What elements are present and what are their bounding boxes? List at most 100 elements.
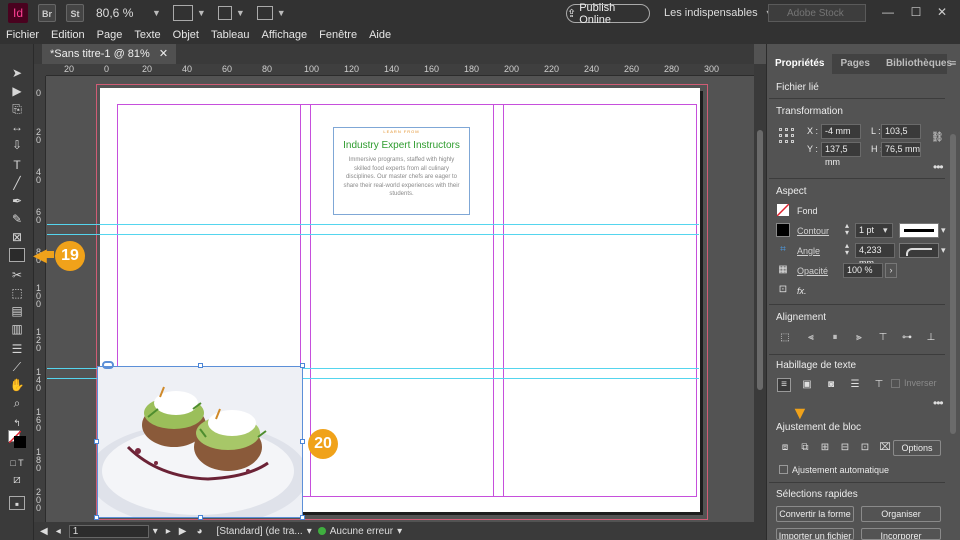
fill-frame-proportionally-icon[interactable]: ⧈ (779, 442, 791, 454)
note-tool-icon[interactable]: ☰ (9, 342, 25, 356)
next-page-icon[interactable]: ▸ (166, 526, 171, 537)
align-to-selection-icon[interactable]: ⬚ (779, 332, 791, 344)
more-wrap-options-icon[interactable]: ••• (933, 396, 944, 410)
profile-dropdown-icon[interactable]: ▾ (307, 526, 312, 537)
align-top-icon[interactable]: ⊤ (877, 332, 889, 344)
fx-label[interactable]: fx. (797, 286, 807, 296)
close-tab-icon[interactable]: ✕ (159, 48, 168, 60)
stroke-type-dropdown-icon[interactable]: ▾ (941, 225, 946, 236)
align-bottom-icon[interactable]: ⊥ (925, 332, 937, 344)
gap-tool-icon[interactable]: ↔ (9, 120, 25, 134)
swap-fill-stroke-icon[interactable]: ↰ (9, 416, 25, 430)
tab-properties[interactable]: Propriétés (767, 54, 833, 74)
convert-shape-button[interactable]: Convertir la forme (776, 506, 854, 522)
align-right-icon[interactable]: ⫸ (853, 332, 865, 344)
align-center-icon[interactable]: ⏸ (829, 332, 841, 344)
horizontal-guide[interactable] (47, 224, 699, 225)
more-options-icon[interactable]: ••• (933, 160, 944, 174)
jump-object-icon[interactable]: ☰ (849, 379, 861, 391)
first-page-icon[interactable]: ◀ (40, 526, 48, 537)
rectangle-tool-icon[interactable] (9, 248, 25, 262)
align-middle-icon[interactable]: ⊶ (901, 332, 913, 344)
eyedropper-tool-icon[interactable]: ⟋ (9, 360, 25, 374)
arrange-dropdown-icon[interactable]: ▼ (277, 8, 286, 18)
menu-tableau[interactable]: Tableau (211, 29, 250, 41)
free-transform-tool-icon[interactable]: ⬚ (9, 286, 25, 300)
content-collector-icon[interactable]: ⇩ (9, 138, 25, 152)
workspace-switcher[interactable]: Les indispensables ▼ (664, 7, 774, 19)
image-frame[interactable] (97, 366, 303, 518)
opacity-link[interactable]: Opacité (797, 266, 828, 276)
resize-handle[interactable] (198, 363, 203, 368)
last-page-icon[interactable]: ▶ (179, 526, 187, 537)
resize-handle[interactable] (300, 515, 305, 520)
page-number-field[interactable]: 1 (68, 524, 149, 538)
import-file-button[interactable]: Importer un fichier (776, 528, 854, 540)
constrain-proportions-icon[interactable]: ⛓ (931, 132, 944, 144)
menu-edition[interactable]: Edition (51, 29, 85, 41)
arrange-documents-icon[interactable] (256, 6, 273, 20)
stroke-weight-dropdown-icon[interactable]: ▾ (883, 225, 888, 236)
ruler-origin[interactable] (34, 64, 46, 76)
rectangle-frame-tool-icon[interactable]: ⊠ (9, 230, 25, 244)
minimize-icon[interactable]: — (880, 4, 896, 20)
embed-button[interactable]: Incorporer (861, 528, 941, 540)
horizontal-ruler[interactable]: 20 0 20 40 60 80 100 120 140 160 180 200… (46, 64, 754, 76)
document-vertical-scrollbar[interactable] (754, 64, 766, 540)
direct-selection-tool-icon[interactable]: ▶ (9, 84, 25, 98)
crop-icon[interactable]: ⊡ (777, 284, 789, 296)
height-field[interactable]: 76,5 mm (881, 142, 921, 157)
close-icon[interactable]: ✕ (934, 4, 950, 20)
zoom-level[interactable]: 80,6 % (96, 6, 148, 20)
opacity-field[interactable]: 100 % (843, 263, 883, 278)
stroke-type-select[interactable] (899, 223, 939, 238)
resize-handle[interactable] (300, 439, 305, 444)
corner-size-field[interactable]: 4,233 mm (855, 243, 895, 268)
jump-next-column-icon[interactable]: ⊤ (873, 379, 885, 391)
resize-handle[interactable] (94, 515, 99, 520)
wrap-bounding-box-icon[interactable]: ▣ (801, 379, 813, 391)
center-content-icon[interactable]: ⊡ (859, 442, 871, 454)
pen-tool-icon[interactable]: ✒ (9, 194, 25, 208)
menu-fichier[interactable]: Fichier (6, 29, 39, 41)
view-options-icon[interactable] (172, 5, 193, 21)
reference-point-icon[interactable] (779, 128, 797, 146)
adobe-stock-search-input[interactable] (768, 4, 866, 22)
panel-scrollbar[interactable] (950, 134, 956, 434)
width-field[interactable]: 103,5 mm (881, 124, 921, 149)
vertical-ruler[interactable]: 0 2 0 4 0 6 0 8 0 1 0 0 1 2 0 1 4 0 1 6 … (34, 76, 46, 522)
type-tool-icon[interactable]: T (9, 158, 25, 172)
screen-mode-icon[interactable] (217, 6, 232, 20)
fill-none-icon[interactable] (776, 203, 790, 217)
preflight-profile[interactable]: [Standard] (de tra... (217, 526, 303, 537)
preflight-status[interactable]: Aucune erreur (330, 526, 393, 537)
text-frame[interactable]: LEARN FROM Industry Expert Instructors I… (333, 127, 470, 215)
fit-content-proportionally-icon[interactable]: ⧉ (799, 442, 811, 454)
formatting-affects-container-icon[interactable]: □ T (9, 456, 25, 470)
menu-aide[interactable]: Aide (369, 29, 391, 41)
horizontal-guide[interactable] (47, 234, 699, 235)
gradient-feather-tool-icon[interactable]: ▥ (9, 322, 25, 336)
corner-options-icon[interactable]: ⌗ (777, 244, 789, 256)
x-field[interactable]: -4 mm (821, 124, 861, 139)
screen-mode-normal-icon[interactable]: ▪ (9, 496, 25, 511)
corner-stepper-icon[interactable]: ▴ ▾ (845, 242, 849, 257)
page-tool-icon[interactable]: ⎘ (9, 102, 25, 116)
resize-handle[interactable] (300, 363, 305, 368)
menu-page[interactable]: Page (97, 29, 123, 41)
align-left-icon[interactable]: ⫷ (805, 332, 817, 344)
pencil-tool-icon[interactable]: ✎ (9, 212, 25, 226)
menu-affichage[interactable]: Affichage (262, 29, 308, 41)
panel-menu-icon[interactable]: ≡ (951, 58, 956, 68)
corner-shape-dropdown-icon[interactable]: ▾ (941, 245, 946, 256)
view-options-dropdown-icon[interactable]: ▼ (197, 8, 206, 18)
y-field[interactable]: 137,5 mm (821, 142, 861, 167)
menu-texte[interactable]: Texte (134, 29, 160, 41)
auto-fit-checkbox[interactable] (779, 465, 788, 474)
invert-checkbox[interactable] (891, 379, 900, 388)
preflight-menu-icon[interactable]: ◕ (197, 526, 203, 537)
page-dropdown-icon[interactable]: ▾ (153, 526, 158, 537)
stroke-stepper-icon[interactable]: ▴ ▾ (845, 222, 849, 237)
previous-page-icon[interactable]: ◂ (56, 526, 61, 537)
screen-mode-dropdown-icon[interactable]: ▼ (236, 8, 245, 18)
